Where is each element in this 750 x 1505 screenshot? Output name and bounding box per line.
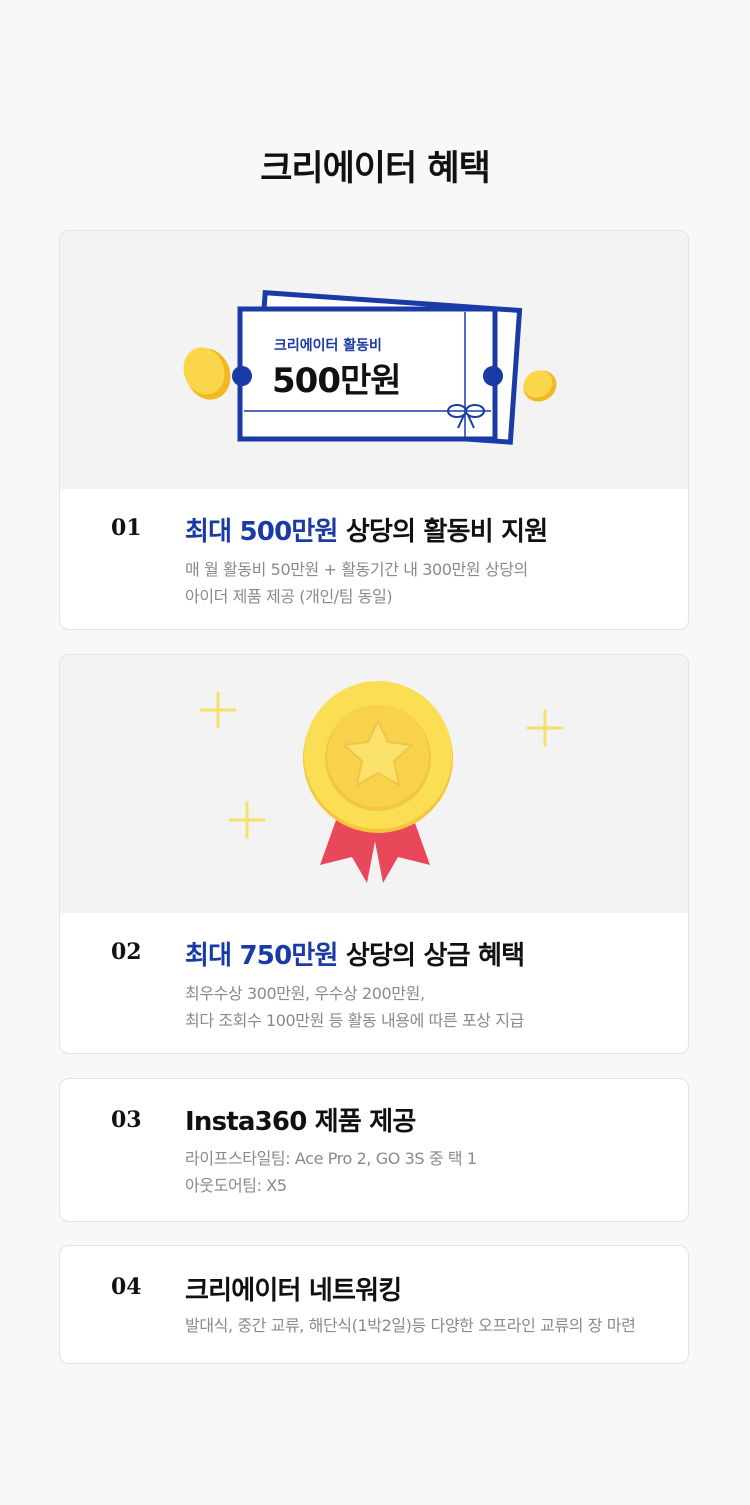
benefit-number: 04 (111, 1274, 142, 1300)
headline-accent: 최대 500만원 (185, 517, 338, 547)
description-line: 최우수상 300만원, 우수상 200만원, (185, 984, 425, 1003)
benefit-number: 01 (111, 515, 142, 541)
headline-rest: 상당의 활동비 지원 (337, 517, 548, 547)
benefit-description: 최우수상 300만원, 우수상 200만원, 최다 조회수 100만원 등 활동… (185, 980, 524, 1034)
benefit-card-3: 03 Insta360 제품 제공 라이프스타일팀: Ace Pro 2, GO… (59, 1078, 689, 1222)
benefit-description: 발대식, 중간 교류, 해단식(1박2일)등 다양한 오프라인 교류의 장 마련 (185, 1312, 636, 1339)
headline-rest: 상당의 상금 혜택 (337, 941, 525, 971)
sparkle-icon (199, 691, 237, 729)
coin-icon (183, 347, 231, 400)
ticket-icon: 크리에이터 활동비 500만원 (183, 289, 557, 445)
sparkle-icon (228, 801, 266, 839)
description-line: 라이프스타일팀: Ace Pro 2, GO 3S 중 택 1 (185, 1149, 477, 1168)
headline-rest: 크리에이터 네트워킹 (185, 1276, 402, 1306)
description-line: 매 월 활동비 50만원 + 활동기간 내 300만원 상당의 (185, 560, 528, 579)
benefit-card-4: 04 크리에이터 네트워킹 발대식, 중간 교류, 해단식(1박2일)등 다양한… (59, 1245, 689, 1364)
benefit-card-2: 02 최대 750만원 상당의 상금 혜택 최우수상 300만원, 우수상 20… (59, 654, 689, 1054)
medal-illustration (60, 655, 688, 913)
coin-icon (523, 370, 557, 402)
benefit-headline: Insta360 제품 제공 (185, 1101, 416, 1138)
headline-accent: 최대 750만원 (185, 941, 338, 971)
benefit-headline: 최대 500만원 상당의 활동비 지원 (185, 511, 548, 548)
medal-icon (199, 681, 564, 883)
benefit-card-1: 크리에이터 활동비 500만원 01 최대 500만원 상당의 활동비 지원 매… (59, 230, 689, 630)
benefit-description: 매 월 활동비 50만원 + 활동기간 내 300만원 상당의 아이더 제품 제… (185, 556, 528, 610)
ticket-illustration: 크리에이터 활동비 500만원 (60, 231, 688, 489)
description-line: 아이더 제품 제공 (개인/팀 동일) (185, 587, 393, 606)
description-line: 아웃도어팀: X5 (185, 1176, 287, 1195)
ticket-amount: 500만원 (272, 361, 401, 401)
benefit-headline: 크리에이터 네트워킹 (185, 1270, 402, 1307)
sparkle-icon (526, 709, 564, 747)
benefit-number: 03 (111, 1107, 142, 1133)
description-line: 발대식, 중간 교류, 해단식(1박2일)등 다양한 오프라인 교류의 장 마련 (185, 1316, 636, 1335)
benefit-headline: 최대 750만원 상당의 상금 혜택 (185, 935, 525, 972)
headline-rest: Insta360 제품 제공 (185, 1107, 416, 1137)
benefit-number: 02 (111, 939, 142, 965)
benefit-description: 라이프스타일팀: Ace Pro 2, GO 3S 중 택 1 아웃도어팀: X… (185, 1145, 477, 1199)
ticket-label: 크리에이터 활동비 (274, 337, 382, 354)
description-line: 최다 조회수 100만원 등 활동 내용에 따른 포상 지급 (185, 1011, 524, 1030)
page-title: 크리에이터 혜택 (260, 149, 491, 189)
